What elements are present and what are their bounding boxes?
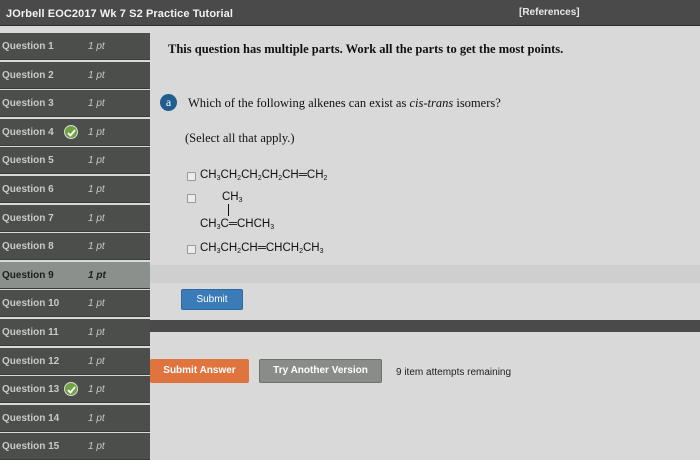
sidebar-item-question-6[interactable]: Question 6 1 pt <box>0 176 150 203</box>
sidebar-item-label: Question 7 <box>2 212 54 224</box>
option-2-formula: CH3C═CHCH3 <box>200 218 275 231</box>
divider-bar <box>150 320 700 332</box>
sidebar-item-question-5[interactable]: Question 5 1 pt <box>0 147 150 175</box>
sidebar-item-question-9[interactable]: Question 9 1 pt <box>0 261 150 289</box>
instruction-text: (Select all that apply.) <box>185 131 295 145</box>
sidebar-item-points: 1 pt <box>88 41 105 52</box>
sidebar-item-question-7[interactable]: Question 7 1 pt <box>0 204 150 232</box>
check-circle-icon <box>64 124 78 139</box>
question-prefix: Which of the following alkenes can exist… <box>188 96 410 110</box>
sidebar-item-label: Question 6 <box>2 184 54 195</box>
option-3-checkbox[interactable] <box>187 245 196 254</box>
sidebar-item-label: Question 15 <box>2 441 60 453</box>
sidebar-item-label: Question 4 <box>2 126 54 138</box>
sidebar-item-points: 1 pt <box>88 412 105 424</box>
references-link[interactable]: [References] <box>519 7 580 18</box>
sidebar-item-points: 1 pt <box>88 184 105 195</box>
option-2-checkbox[interactable] <box>187 194 196 203</box>
sidebar-item-points: 1 pt <box>88 212 105 224</box>
sidebar-item-points: 1 pt <box>88 355 105 367</box>
sidebar-item-question-1[interactable]: Question 1 1 pt <box>0 33 150 60</box>
sidebar-item-points: 1 pt <box>88 241 105 253</box>
sidebar-item-points: 1 pt <box>88 155 105 167</box>
option-2-methyl: CH3 <box>222 191 243 204</box>
sidebar-item-points: 1 pt <box>88 98 105 110</box>
sidebar-item-points: 1 pt <box>88 327 105 338</box>
sidebar-item-question-11[interactable]: Question 11 1 pt <box>0 319 150 346</box>
sidebar-item-label: Question 10 <box>2 298 60 310</box>
sidebar-item-points: 1 pt <box>88 298 105 310</box>
sidebar-item-question-4[interactable]: Question 4 1 pt <box>0 118 150 146</box>
option-1-formula: CH3CH2CH2CH2CH═CH2 <box>200 169 328 182</box>
part-badge: a <box>160 94 177 111</box>
sidebar-item-question-13[interactable]: Question 13 1 pt <box>0 376 150 404</box>
sidebar-item-points: 1 pt <box>88 384 105 396</box>
sidebar-item-label: Question 13 <box>2 384 60 396</box>
sidebar-item-label: Question 2 <box>2 69 54 81</box>
check-circle-icon <box>64 382 78 397</box>
option-3-formula: CH3CH2CH═CHCH2CH3 <box>200 242 324 255</box>
sidebar-item-points: 1 pt <box>88 441 105 453</box>
question-sidebar: Question 1 1 pt Question 2 1 pt Question 3 1 … <box>0 33 150 460</box>
sidebar-item-points: 1 pt <box>88 69 105 81</box>
question-suffix: isomers? <box>453 96 501 110</box>
question-panel: This question has multiple parts. Work a… <box>150 27 700 460</box>
sidebar-item-question-14[interactable]: Question 14 1 pt <box>0 404 150 432</box>
sidebar-item-label: Question 9 <box>2 269 54 281</box>
sidebar-item-question-2[interactable]: Question 2 1 pt <box>0 61 150 89</box>
app-title: JOrbell EOC2017 Wk 7 S2 Practice Tutoria… <box>6 8 234 20</box>
sidebar-item-label: Question 1 <box>2 41 54 52</box>
option-1-checkbox[interactable] <box>187 172 196 181</box>
sidebar-item-question-10[interactable]: Question 10 1 pt <box>0 290 150 318</box>
intro-text: This question has multiple parts. Work a… <box>168 42 564 56</box>
attempts-remaining: 9 item attempts remaining <box>396 367 512 378</box>
option-2-bond <box>228 204 229 216</box>
sidebar-item-points: 1 pt <box>88 269 106 281</box>
sidebar-item-label: Question 11 <box>2 327 59 338</box>
question-emphasis: cis-trans <box>409 96 454 110</box>
sidebar-item-question-12[interactable]: Question 12 1 pt <box>0 347 150 375</box>
try-another-version-button[interactable]: Try Another Version <box>259 359 382 383</box>
sidebar-item-label: Question 5 <box>2 155 54 167</box>
question-text: Which of the following alkenes can exist… <box>188 96 501 111</box>
sidebar-item-question-3[interactable]: Question 3 1 pt <box>0 90 150 118</box>
sidebar-item-label: Question 3 <box>2 98 54 110</box>
sidebar-item-label: Question 8 <box>2 241 54 253</box>
top-bar: JOrbell EOC2017 Wk 7 S2 Practice Tutoria… <box>0 0 700 26</box>
sidebar-item-points: 1 pt <box>88 126 105 138</box>
submit-answer-button[interactable]: Submit Answer <box>150 359 249 383</box>
sidebar-item-label: Question 14 <box>2 412 60 424</box>
submit-button[interactable]: Submit <box>181 289 243 310</box>
sidebar-item-question-8[interactable]: Question 8 1 pt <box>0 233 150 261</box>
sidebar-item-question-15[interactable]: Question 15 1 pt <box>0 433 150 460</box>
answer-band <box>150 265 700 283</box>
sidebar-item-label: Question 12 <box>2 355 60 367</box>
